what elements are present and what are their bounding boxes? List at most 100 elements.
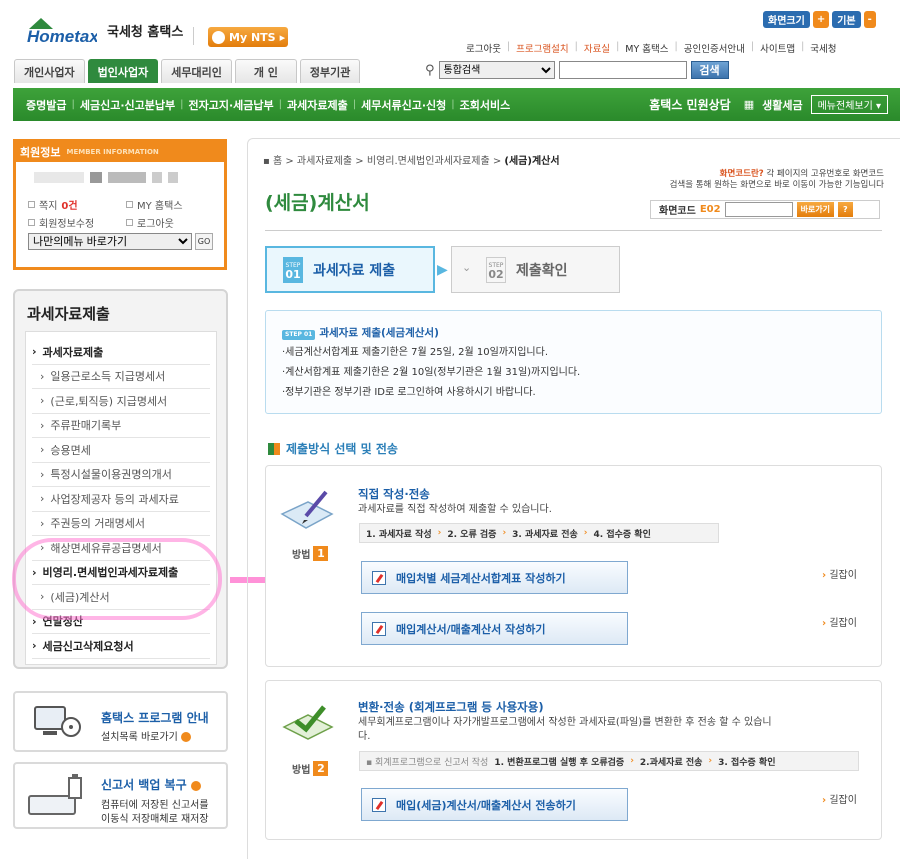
nav-item-tax-filing[interactable]: 세금신고·신고분납부 <box>75 97 180 113</box>
backup-restore-banner[interactable]: 신고서 백업 복구 컴퓨터에 저장된 신고서를 이동식 저장매체로 재저장 <box>13 762 228 829</box>
member-row-2: 회원정보수정 로그아웃 <box>28 215 224 230</box>
logout-link[interactable]: 로그아웃 <box>466 41 501 55</box>
screen-code-input[interactable] <box>724 202 793 217</box>
nts-link[interactable]: 국세청 <box>810 41 836 55</box>
member-title: 회원정보 <box>20 146 61 159</box>
left-nav-item-workplace-provider[interactable]: › 사업장제공자 등의 과세자료 <box>32 487 210 512</box>
screen-code-label: 화면코드 <box>659 206 696 217</box>
nav-item-tax-payment[interactable]: 전자고지·세금납부 <box>184 97 279 113</box>
info-line-1: ·세금계산서합계표 제출기한은 7월 25일, 2월 10일까지입니다. <box>282 347 549 358</box>
member-title-en: MEMBER INFORMATION <box>66 148 159 156</box>
step-1-tab[interactable]: STEP 01 과세자료 제출 <box>265 246 435 293</box>
method-2-desc-1: 세무회계프로그램이나 자가개발프로그램에서 작성한 과세자료(파일)를 변환한 … <box>358 717 772 728</box>
usb-drive-icon <box>27 774 85 820</box>
circle-arrow-icon <box>180 732 191 742</box>
civil-consult-link[interactable]: 홈택스 민원상담 <box>644 96 735 113</box>
left-nav-item-liquor-sales[interactable]: › 주류판매기록부 <box>32 414 210 438</box>
person-icon <box>212 30 225 44</box>
archive-link[interactable]: 자료실 <box>584 41 610 55</box>
my-menu-go-button[interactable]: GO <box>195 233 213 250</box>
member-name-masked <box>34 172 224 183</box>
breadcrumb-tax-data[interactable]: 과세자료제출 <box>297 156 352 167</box>
left-nav-item-stock-trade[interactable]: › 주권등의 거래명세서 <box>32 512 210 536</box>
breadcrumb-home[interactable]: 홈 <box>273 156 282 167</box>
left-nav-item-delete-request[interactable]: › 세금신고삭제요청서 <box>32 634 210 659</box>
menu-all-label: 메뉴전체보기 <box>817 101 873 112</box>
tab-tax-agent[interactable]: 세무대리인 <box>161 59 232 83</box>
living-tax-link[interactable]: 생활세금 <box>762 97 802 113</box>
left-nav-item-daily-wage[interactable]: › 일용근로소득 지급명세서 <box>32 365 210 389</box>
search-input[interactable] <box>558 61 687 79</box>
step-2-tab[interactable]: ⌄ STEP 02 제출확인 <box>451 246 620 293</box>
screen-code-help-button[interactable]: ? <box>838 202 853 217</box>
method-1-text: 방법 <box>292 550 311 561</box>
left-nav-item-label: 승용면세 <box>50 443 91 457</box>
edit-document-icon <box>372 570 386 585</box>
nav-item-documents[interactable]: 세무서류신고·신청 <box>356 97 451 113</box>
method-1-card: 방법 1 직접 작성·전송 과세자료를 직접 작성하여 제출할 수 있습니다. 1… <box>265 465 882 667</box>
page-title: (세금)계산서 <box>265 192 370 214</box>
left-nav-item-tax-data[interactable]: › 과세자료제출 <box>32 340 210 365</box>
guide-link-2[interactable]: › 길잡이 <box>822 614 857 629</box>
cert-guide-link[interactable]: 공인인증서안내 <box>684 41 745 55</box>
tab-corporate-business[interactable]: 법인사업자 <box>87 59 159 83</box>
left-nav-item-payment-statement[interactable]: › (근로,퇴직등) 지급명세서 <box>32 389 210 414</box>
breadcrumb-nonprofit[interactable]: 비영리.면세법인과세자료제출 <box>367 156 490 167</box>
screen-code-go-button[interactable]: 바로가기 <box>796 202 835 217</box>
zoom-default-button[interactable]: 기본 <box>832 11 861 28</box>
left-nav-item-label: (근로,퇴직등) 지급명세서 <box>50 394 168 408</box>
zoom-in-button[interactable]: + <box>812 11 830 28</box>
left-nav-item-car-exempt[interactable]: › 승용면세 <box>32 438 210 463</box>
note-link[interactable]: 쪽지 <box>39 197 57 212</box>
program-install-link[interactable]: 프로그램설치 <box>516 41 568 55</box>
edit-document-icon <box>372 621 386 636</box>
search-scope-select[interactable]: 통합검색 <box>438 61 555 79</box>
write-purchase-invoice-summary-button[interactable]: 매입처별 세금계산서합계표 작성하기 <box>361 561 628 594</box>
flow-step: 1. 변환프로그램 실행 후 오류검증 <box>494 757 625 768</box>
my-hometax-member-link[interactable]: MY 홈택스 <box>137 197 183 212</box>
zoom-out-button[interactable]: - <box>863 11 876 28</box>
search-icon: ⚲ <box>425 62 435 78</box>
tab-individual-business[interactable]: 개인사업자 <box>14 59 85 83</box>
nav-item-tax-data[interactable]: 과세자료제출 <box>282 97 353 113</box>
program-guide-title: 홈택스 프로그램 안내 <box>101 711 209 725</box>
flow-step: 2. 오류 검증 <box>447 529 497 540</box>
info-line-3: ·정부기관은 정부기관 ID로 로그인하여 사용하시기 바랍니다. <box>282 387 536 398</box>
guide-link-3[interactable]: › 길잡이 <box>822 791 857 806</box>
menu-all-button[interactable]: 메뉴전체보기 ▾ <box>810 95 888 114</box>
left-nav-item-facility-transfer[interactable]: › 특정시설물이용권명의개서 <box>32 463 210 487</box>
hometax-logo[interactable]: Hometax 국세청 홈택스 <box>27 15 183 46</box>
button-label: 매입(세금)계산서/매출계산서 전송하기 <box>396 798 576 812</box>
member-logout-link[interactable]: 로그아웃 <box>137 215 174 230</box>
method-2-label: 방법 2 <box>292 761 329 776</box>
edit-member-link[interactable]: 회원정보수정 <box>39 215 94 230</box>
search-button[interactable]: 검색 <box>690 61 729 79</box>
sitemap-link[interactable]: 사이트맵 <box>760 41 795 55</box>
method-1-title: 직접 작성·전송 <box>358 487 430 501</box>
guide-label: 길잡이 <box>829 570 857 581</box>
method-1-label: 방법 1 <box>292 546 329 561</box>
screen-code-help-question[interactable]: 화면코드란? <box>720 169 764 179</box>
write-invoice-button[interactable]: 매입계산서/매출계산서 작성하기 <box>361 612 628 645</box>
guide-link-1[interactable]: › 길잡이 <box>822 566 857 581</box>
user-type-tabs: 개인사업자 법인사업자 세무대리인 개 인 정부기관 <box>14 59 361 83</box>
screen-code-help-line2: 검색을 통해 원하는 화면으로 바로 이동이 가능한 기능입니다 <box>669 180 884 190</box>
step-2-icon: STEP 02 <box>486 256 506 283</box>
method-2-card: 방법 2 변환·전송 (회계프로그램 등 사용자용) 세무회계프로그램이나 자가개… <box>265 680 882 840</box>
left-nav-item-label: 사업장제공자 등의 과세자료 <box>50 492 179 506</box>
search-bar: ⚲ 통합검색 검색 <box>425 61 729 79</box>
program-guide-banner[interactable]: 홈택스 프로그램 안내 설치목록 바로가기 <box>13 691 228 752</box>
nav-item-inquiry[interactable]: 조회서비스 <box>455 97 516 113</box>
guide-label: 길잡이 <box>829 795 857 806</box>
tab-government[interactable]: 정부기관 <box>299 59 361 83</box>
arrow-right-icon: ▸ <box>279 30 286 44</box>
nav-item-certificate[interactable]: 증명발급 <box>21 97 71 113</box>
pen-write-icon <box>278 484 336 536</box>
tab-individual[interactable]: 개 인 <box>234 59 297 83</box>
my-menu-row: 나만의메뉴 바로가기 GO <box>28 233 224 250</box>
send-invoice-button[interactable]: 매입(세금)계산서/매출계산서 전송하기 <box>361 788 628 821</box>
my-hometax-link[interactable]: MY 홈택스 <box>625 41 668 55</box>
my-menu-select[interactable]: 나만의메뉴 바로가기 <box>28 233 192 250</box>
computer-icon <box>33 705 81 739</box>
my-nts-button[interactable]: My NTS ▸ <box>208 27 288 47</box>
